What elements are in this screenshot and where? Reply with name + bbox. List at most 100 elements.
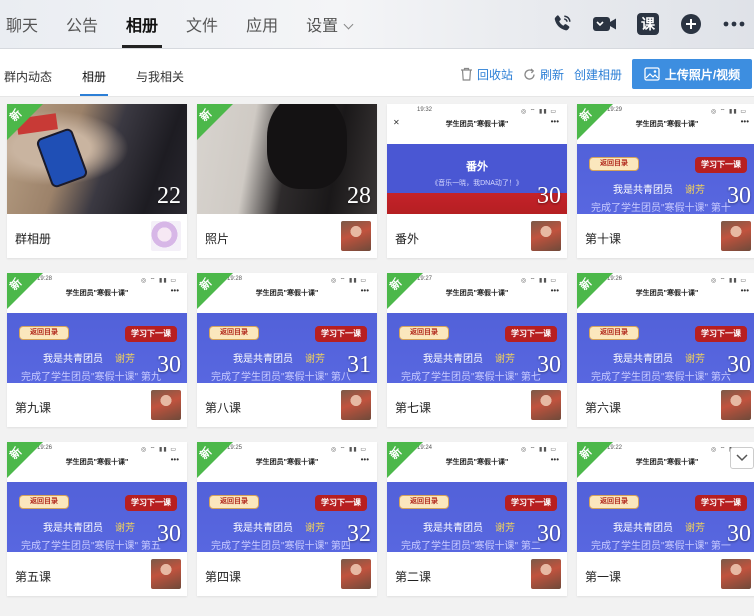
album-name[interactable]: 第八课 [205, 399, 241, 416]
video-call-icon[interactable] [591, 10, 619, 38]
signal-icon: ◎ ⌔ ▮▮ ▭ [140, 447, 177, 453]
album-card[interactable]: 19:25 ◎ ⌔ ▮▮ ▭ ✕ ••• 学生团员"寒假十课" 返回目录 学习下一课 我是共青… [197, 442, 377, 596]
shot-line-text: 我是共青团员 [43, 354, 103, 365]
scroll-down-button[interactable] [730, 447, 754, 469]
status-bar: 19:32 ◎ ⌔ ▮▮ ▭ [387, 104, 567, 116]
avatar[interactable] [721, 221, 751, 251]
shot-line-2: 完成了学生团员"寒假十课" 第五 [21, 541, 161, 552]
avatar[interactable] [151, 221, 181, 251]
tab-2[interactable]: 相册 [122, 0, 163, 48]
tab-1[interactable]: 公告 [66, 0, 98, 48]
shot-name: 谢芳 [115, 523, 135, 534]
avatar[interactable] [531, 390, 561, 420]
tab-5[interactable]: 设置 [306, 0, 354, 48]
shot-line: 我是共青团员 谢芳 [613, 181, 705, 196]
album-card[interactable]: 19:27 ◎ ⌔ ▮▮ ▭ ✕ ••• 学生团员"寒假十课" 返回目录 学习下一课 我是共青… [387, 273, 567, 427]
refresh-button[interactable]: 刷新 [523, 66, 564, 83]
album-card[interactable]: 19:32 ◎ ⌔ ▮▮ ▭ ✕ ••• 学生团员"寒假十课" 番外 《音乐一晓，我DNA动… [387, 104, 567, 258]
phone-icon[interactable] [548, 10, 576, 38]
shot-back-button: 返回目录 [19, 495, 69, 509]
avatar[interactable] [151, 390, 181, 420]
tab-4[interactable]: 应用 [246, 0, 278, 48]
shot-next-button: 学习下一课 [125, 495, 177, 511]
avatar[interactable] [531, 221, 561, 251]
avatar[interactable] [721, 559, 751, 589]
photo-count: 30 [157, 521, 181, 547]
photo-count: 30 [537, 521, 561, 547]
album-cover[interactable]: 19:26 ◎ ⌔ ▮▮ ▭ ✕ ••• 学生团员"寒假十课" 返回目录 学习下一课 我是共青… [7, 442, 187, 552]
album-name[interactable]: 照片 [205, 230, 229, 247]
shot-name: 谢芳 [685, 354, 705, 365]
signal-icon: ◎ ⌔ ▮▮ ▭ [710, 109, 747, 115]
album-cover[interactable]: 19:27 ◎ ⌔ ▮▮ ▭ ✕ ••• 学生团员"寒假十课" 返回目录 学习下一课 我是共青… [387, 273, 567, 383]
album-cover[interactable]: 19:28 ◎ ⌔ ▮▮ ▭ ✕ ••• 学生团员"寒假十课" 返回目录 学习下一课 我是共青… [7, 273, 187, 383]
photo-count: 30 [537, 352, 561, 378]
album-card[interactable]: 19:28 ◎ ⌔ ▮▮ ▭ ✕ ••• 学生团员"寒假十课" 返回目录 学习下一课 我是共青… [197, 273, 377, 427]
shot-line-text: 我是共青团员 [613, 185, 673, 196]
upload-button[interactable]: 上传照片/视频 [632, 59, 752, 89]
album-name[interactable]: 群相册 [15, 230, 51, 247]
photo-count: 30 [157, 352, 181, 378]
shot-line: 我是共青团员 谢芳 [423, 519, 515, 534]
shot-next-button: 学习下一课 [315, 495, 367, 511]
album-cover[interactable]: 19:24 ◎ ⌔ ▮▮ ▭ ✕ ••• 学生团员"寒假十课" 返回目录 学习下一课 我是共青… [387, 442, 567, 552]
shot-line-text: 我是共青团员 [43, 523, 103, 534]
shot-back-button: 返回目录 [399, 495, 449, 509]
recycle-bin-label: 回收站 [476, 67, 513, 82]
subtab-2[interactable]: 与我相关 [136, 49, 184, 97]
photo-count: 30 [727, 352, 751, 378]
album-name[interactable]: 第一课 [585, 568, 621, 585]
album-name[interactable]: 第七课 [395, 399, 431, 416]
subtab-1[interactable]: 相册 [80, 49, 109, 97]
shot-line: 我是共青团员 谢芳 [233, 350, 325, 365]
album-cover[interactable]: 28 新 [197, 104, 377, 214]
album-name[interactable]: 第六课 [585, 399, 621, 416]
album-name[interactable]: 第四课 [205, 568, 241, 585]
recycle-bin-button[interactable]: 回收站 [460, 66, 513, 83]
main-tabs: 聊天 公告 相册 文件 应用 设置 [0, 0, 374, 48]
shot-next-button: 学习下一课 [695, 326, 747, 342]
album-name[interactable]: 第十课 [585, 230, 621, 247]
subtab-0[interactable]: 群内动态 [4, 49, 52, 97]
album-card[interactable]: 19:26 ◎ ⌔ ▮▮ ▭ ✕ ••• 学生团员"寒假十课" 返回目录 学习下一课 我是共青… [577, 273, 754, 427]
photo-count: 22 [157, 183, 181, 209]
more-icon[interactable] [720, 10, 748, 38]
class-icon[interactable]: 课 [634, 10, 662, 38]
album-card[interactable]: 19:28 ◎ ⌔ ▮▮ ▭ ✕ ••• 学生团员"寒假十课" 返回目录 学习下一课 我是共青… [7, 273, 187, 427]
create-album-button[interactable]: 创建相册 [574, 66, 622, 83]
album-name[interactable]: 番外 [395, 230, 419, 247]
album-card[interactable]: 28 新照片 [197, 104, 377, 258]
album-name[interactable]: 第二课 [395, 568, 431, 585]
album-cover[interactable]: 19:32 ◎ ⌔ ▮▮ ▭ ✕ ••• 学生团员"寒假十课" 番外 《音乐一晓，我DNA动… [387, 104, 567, 214]
avatar[interactable] [531, 559, 561, 589]
album-card[interactable]: 19:26 ◎ ⌔ ▮▮ ▭ ✕ ••• 学生团员"寒假十课" 返回目录 学习下一课 我是共青… [7, 442, 187, 596]
avatar[interactable] [151, 559, 181, 589]
shot-back-button: 返回目录 [589, 495, 639, 509]
album-card[interactable]: 19:29 ◎ ⌔ ▮▮ ▭ ✕ ••• 学生团员"寒假十课" 返回目录 学习下一课 我是共青… [577, 104, 754, 258]
album-card[interactable]: 22 新群相册 [7, 104, 187, 258]
album-name[interactable]: 第五课 [15, 568, 51, 585]
tab-0[interactable]: 聊天 [6, 0, 38, 48]
signal-icon: ◎ ⌔ ▮▮ ▭ [140, 278, 177, 284]
album-name[interactable]: 第九课 [15, 399, 51, 416]
avatar[interactable] [721, 390, 751, 420]
shot-back-button: 返回目录 [209, 326, 259, 340]
album-card[interactable]: 19:22◎ ⌔ ▮▮ ▭✕•••学生团员"寒假十课"返回目录学习下一课我是共青… [577, 442, 754, 596]
album-cover[interactable]: 19:29 ◎ ⌔ ▮▮ ▭ ✕ ••• 学生团员"寒假十课" 返回目录 学习下一课 我是共青… [577, 104, 754, 214]
album-cover[interactable]: 22 新 [7, 104, 187, 214]
signal-icon: ◎ ⌔ ▮▮ ▭ [710, 278, 747, 284]
avatar[interactable] [341, 390, 371, 420]
tab-3[interactable]: 文件 [186, 0, 218, 48]
album-cover[interactable]: 19:22◎ ⌔ ▮▮ ▭✕•••学生团员"寒假十课"返回目录学习下一课我是共青… [577, 442, 754, 552]
album-cover[interactable]: 19:28 ◎ ⌔ ▮▮ ▭ ✕ ••• 学生团员"寒假十课" 返回目录 学习下一课 我是共青… [197, 273, 377, 383]
avatar[interactable] [341, 559, 371, 589]
shot-line: 我是共青团员 谢芳 [423, 350, 515, 365]
add-icon[interactable] [677, 10, 705, 38]
album-cover[interactable]: 19:25 ◎ ⌔ ▮▮ ▭ ✕ ••• 学生团员"寒假十课" 返回目录 学习下一课 我是共青… [197, 442, 377, 552]
album-subtabs: 群内动态 相册 与我相关 [4, 49, 214, 97]
album-card[interactable]: 19:24 ◎ ⌔ ▮▮ ▭ ✕ ••• 学生团员"寒假十课" 返回目录 学习下一课 我是共青… [387, 442, 567, 596]
cover-detail [267, 104, 347, 189]
signal-icon: ◎ ⌔ ▮▮ ▭ [520, 278, 557, 284]
avatar[interactable] [341, 221, 371, 251]
album-cover[interactable]: 19:26 ◎ ⌔ ▮▮ ▭ ✕ ••• 学生团员"寒假十课" 返回目录 学习下一课 我是共青… [577, 273, 754, 383]
